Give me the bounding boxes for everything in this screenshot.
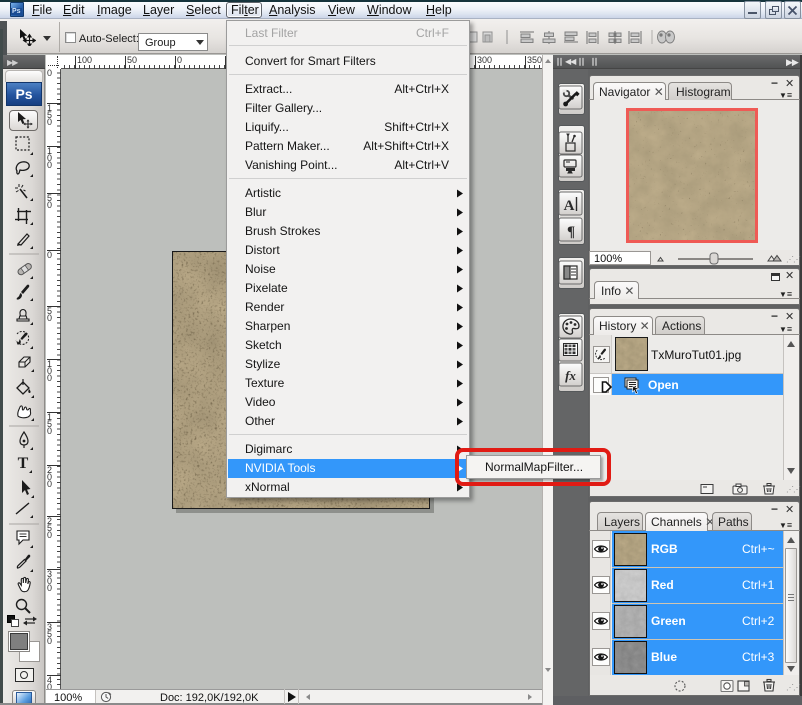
svg-text:T: T [18, 455, 29, 472]
svg-text:¶: ¶ [567, 224, 575, 240]
svg-text:fx: fx [565, 368, 576, 383]
svg-text:A: A [564, 198, 575, 214]
